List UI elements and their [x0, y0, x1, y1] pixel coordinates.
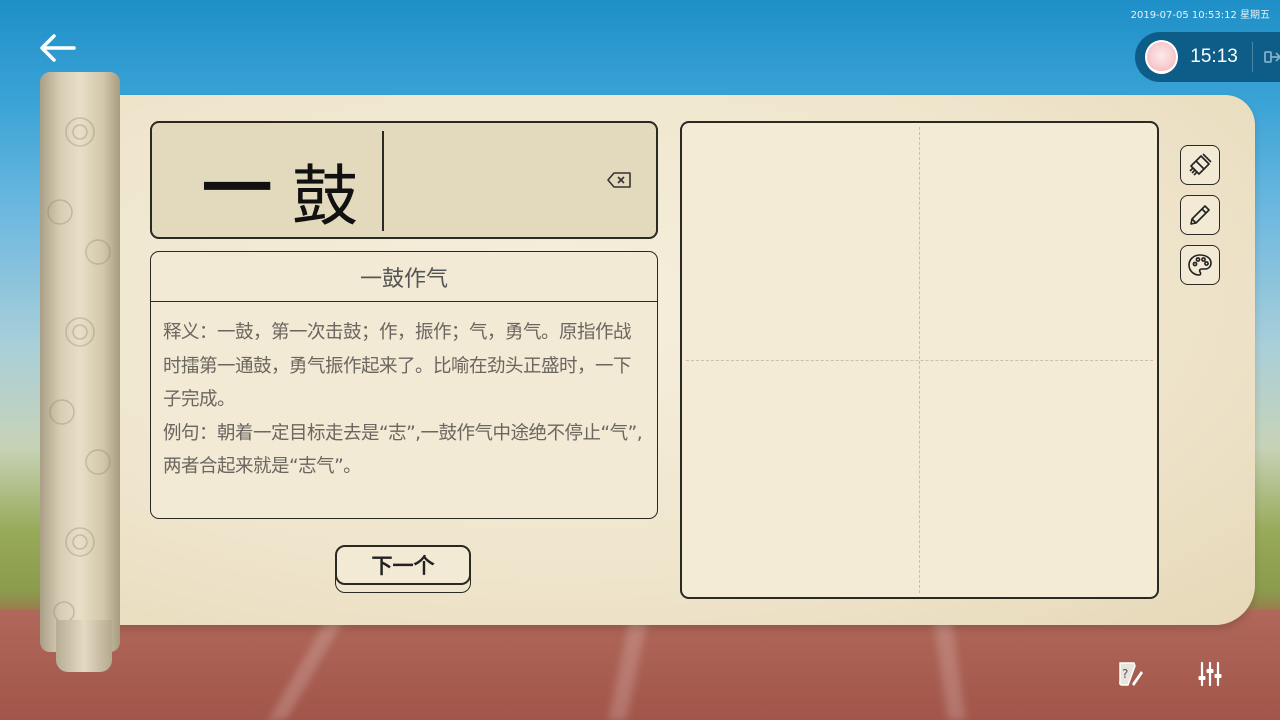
arrow-left-icon — [40, 34, 76, 62]
eraser-icon — [1189, 153, 1212, 176]
eraser-button[interactable] — [1180, 145, 1220, 185]
pencil-icon — [1190, 205, 1210, 225]
writing-board[interactable] — [680, 121, 1159, 599]
next-button[interactable]: 下一个 — [335, 545, 471, 593]
palette-icon — [1188, 254, 1212, 276]
back-button[interactable] — [36, 30, 78, 66]
scroll-roller — [40, 72, 120, 652]
sliders-icon — [1198, 661, 1222, 687]
idiom-title: 一鼓作气 — [151, 252, 657, 302]
status-timestamp: 2019-07-05 10:53:12 星期五 — [1130, 10, 1270, 21]
settings-button[interactable] — [1193, 656, 1227, 692]
idiom-meaning: 释义：一鼓，第一次击鼓；作，振作；气，勇气。原指作战时擂第一通鼓，勇气振作起来了… — [163, 322, 632, 410]
definition-body: 释义：一鼓，第一次击鼓；作，振作；气，勇气。原指作战时擂第一通鼓，勇气振作起来了… — [151, 302, 657, 484]
pencil-button[interactable] — [1180, 195, 1220, 235]
svg-text:?: ? — [1122, 667, 1128, 681]
delete-button[interactable] — [606, 171, 632, 191]
text-cursor — [382, 131, 384, 231]
next-button-label: 下一个 — [335, 545, 471, 585]
timer-text: 15:13 — [1190, 46, 1238, 67]
input-char-2: 鼓 — [292, 158, 358, 235]
input-char-1: 一 — [202, 147, 272, 230]
avatar[interactable] — [1145, 40, 1179, 74]
exit-button[interactable] — [1257, 40, 1280, 74]
idiom-example: 例句：朝着一定目标走去是“志”,一鼓作气中途绝不停止“气”,两者合起来就是“志气… — [163, 422, 643, 478]
definition-panel: 一鼓作气 释义：一鼓，第一次击鼓；作，振作；气，勇气。原指作战时擂第一通鼓，勇气… — [150, 251, 658, 519]
exit-icon — [1264, 51, 1280, 63]
scroll-roller-end — [56, 620, 112, 672]
pill-divider — [1251, 42, 1253, 72]
backspace-icon — [607, 172, 631, 188]
grid-horizontal-line — [686, 360, 1153, 361]
help-button[interactable]: ? — [1113, 656, 1147, 692]
timer-pill: 15:13 — [1135, 32, 1280, 82]
palette-button[interactable] — [1180, 245, 1220, 285]
background-track — [0, 610, 1280, 720]
help-pen-icon: ? — [1119, 662, 1143, 686]
idiom-input-box[interactable]: 一 鼓 — [150, 121, 658, 239]
